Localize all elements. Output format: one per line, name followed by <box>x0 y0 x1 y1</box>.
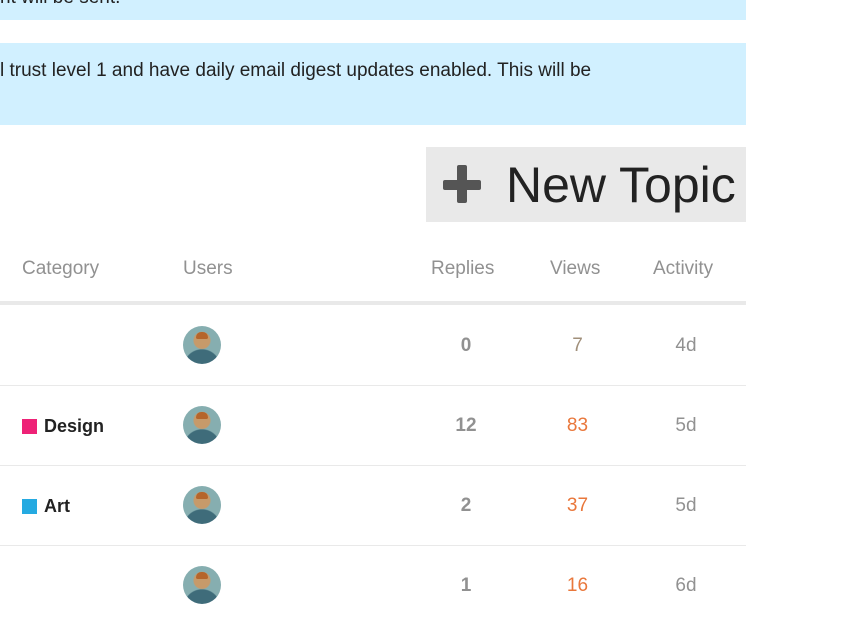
table-row[interactable]: 1 16 6d <box>0 546 746 626</box>
category-badge-design[interactable]: Design <box>22 416 104 437</box>
activity-age[interactable]: 5d <box>653 495 719 517</box>
category-swatch <box>22 499 37 514</box>
category-name: Art <box>44 496 70 516</box>
replies-count: 12 <box>455 415 477 436</box>
column-header-activity[interactable]: Activity <box>653 258 713 280</box>
plus-icon <box>443 164 483 205</box>
avatar[interactable] <box>183 486 221 524</box>
table-row[interactable]: Design 12 83 5d <box>0 386 746 466</box>
new-topic-button[interactable]: New Topic <box>426 147 746 222</box>
column-header-replies[interactable]: Replies <box>431 258 494 280</box>
category-swatch <box>22 419 37 434</box>
notice-banner-top: nt will be sent. <box>0 0 746 20</box>
activity-age[interactable]: 6d <box>653 575 719 597</box>
table-row[interactable]: 0 7 4d <box>0 306 746 386</box>
notice-banner-digest: l trust level 1 and have daily email dig… <box>0 43 746 125</box>
new-topic-label: New Topic <box>506 156 736 213</box>
views-count: 16 <box>566 575 589 596</box>
category-name: Design <box>44 416 105 436</box>
views-count: 7 <box>572 335 583 356</box>
replies-count: 1 <box>460 575 472 596</box>
replies-count: 0 <box>460 335 472 356</box>
replies-count: 2 <box>460 495 472 516</box>
notice-text: l trust level 1 and have daily email dig… <box>0 60 592 81</box>
avatar[interactable] <box>183 406 221 444</box>
notice-text: nt will be sent. <box>0 0 120 9</box>
activity-age[interactable]: 4d <box>653 335 719 357</box>
avatar[interactable] <box>183 326 221 364</box>
column-header-views[interactable]: Views <box>550 258 600 280</box>
table-row[interactable]: Art 2 37 5d <box>0 466 746 546</box>
column-header-category[interactable]: Category <box>22 258 99 280</box>
category-badge-art[interactable]: Art <box>22 496 70 517</box>
avatar[interactable] <box>183 566 221 604</box>
activity-age[interactable]: 5d <box>653 415 719 437</box>
column-header-users: Users <box>183 258 233 279</box>
header-divider <box>0 301 746 305</box>
views-count: 83 <box>566 415 589 436</box>
views-count: 37 <box>566 495 589 516</box>
